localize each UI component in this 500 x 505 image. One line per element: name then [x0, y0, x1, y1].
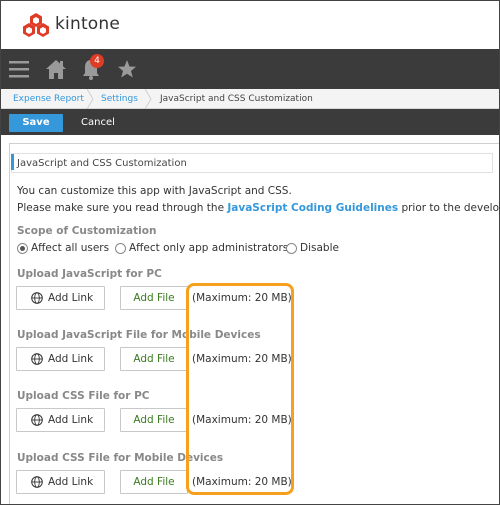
- breadcrumb-expense-report[interactable]: Expense Report: [13, 89, 84, 109]
- globe-icon: [31, 476, 43, 488]
- app-window: kintone 4 Expense Report Settings JavaSc…: [0, 0, 500, 505]
- description-line-1: You can customize this app with JavaScri…: [17, 185, 292, 197]
- breadcrumb-current: JavaScript and CSS Customization: [160, 94, 313, 104]
- add-link-button[interactable]: Add Link: [16, 408, 105, 432]
- breadcrumb-separator-icon: [144, 89, 152, 109]
- add-file-button[interactable]: Add File: [120, 286, 188, 310]
- upload-js-pc-label: Upload JavaScript for PC: [17, 268, 162, 280]
- global-navbar: [1, 49, 499, 89]
- add-link-button[interactable]: Add Link: [16, 347, 105, 371]
- favorites-star-icon[interactable]: [117, 57, 137, 81]
- upload-css-pc-label: Upload CSS File for PC: [17, 390, 150, 402]
- coding-guidelines-link[interactable]: JavaScript Coding Guidelines: [227, 202, 398, 214]
- add-file-button[interactable]: Add File: [120, 347, 188, 371]
- add-file-button[interactable]: Add File: [120, 408, 188, 432]
- radio-affect-all-users[interactable]: [17, 243, 28, 254]
- menu-icon[interactable]: [9, 57, 29, 81]
- radio-label: Disable: [300, 242, 339, 254]
- breadcrumb: Expense Report Settings JavaScript and C…: [1, 89, 499, 109]
- globe-icon: [31, 414, 43, 426]
- add-link-button[interactable]: Add Link: [16, 470, 105, 494]
- globe-icon: [31, 292, 43, 304]
- radio-disable[interactable]: [286, 243, 297, 254]
- breadcrumb-settings[interactable]: Settings: [101, 89, 138, 109]
- save-button[interactable]: Save: [9, 114, 63, 132]
- home-icon[interactable]: [45, 57, 67, 81]
- kintone-logo-icon: [23, 13, 49, 37]
- brand-name: kintone: [55, 14, 121, 34]
- radio-label: Affect only app administrators: [129, 242, 289, 254]
- description-line-2: Please make sure you read through the Ja…: [17, 202, 500, 214]
- panel-title: JavaScript and CSS Customization: [17, 158, 187, 169]
- cancel-button[interactable]: Cancel: [73, 114, 123, 132]
- scope-label: Scope of Customization: [17, 225, 157, 237]
- breadcrumb-separator-icon: [86, 89, 94, 109]
- brand-bar: kintone: [1, 1, 499, 49]
- radio-label: Affect all users: [31, 242, 110, 254]
- add-link-button[interactable]: Add Link: [16, 286, 105, 310]
- max-size-highlight-box: [186, 283, 294, 495]
- radio-affect-app-admins[interactable]: [115, 243, 126, 254]
- globe-icon: [31, 353, 43, 365]
- notification-count-badge: 4: [90, 54, 104, 68]
- panel-title-accent: [11, 154, 14, 170]
- add-file-button[interactable]: Add File: [120, 470, 188, 494]
